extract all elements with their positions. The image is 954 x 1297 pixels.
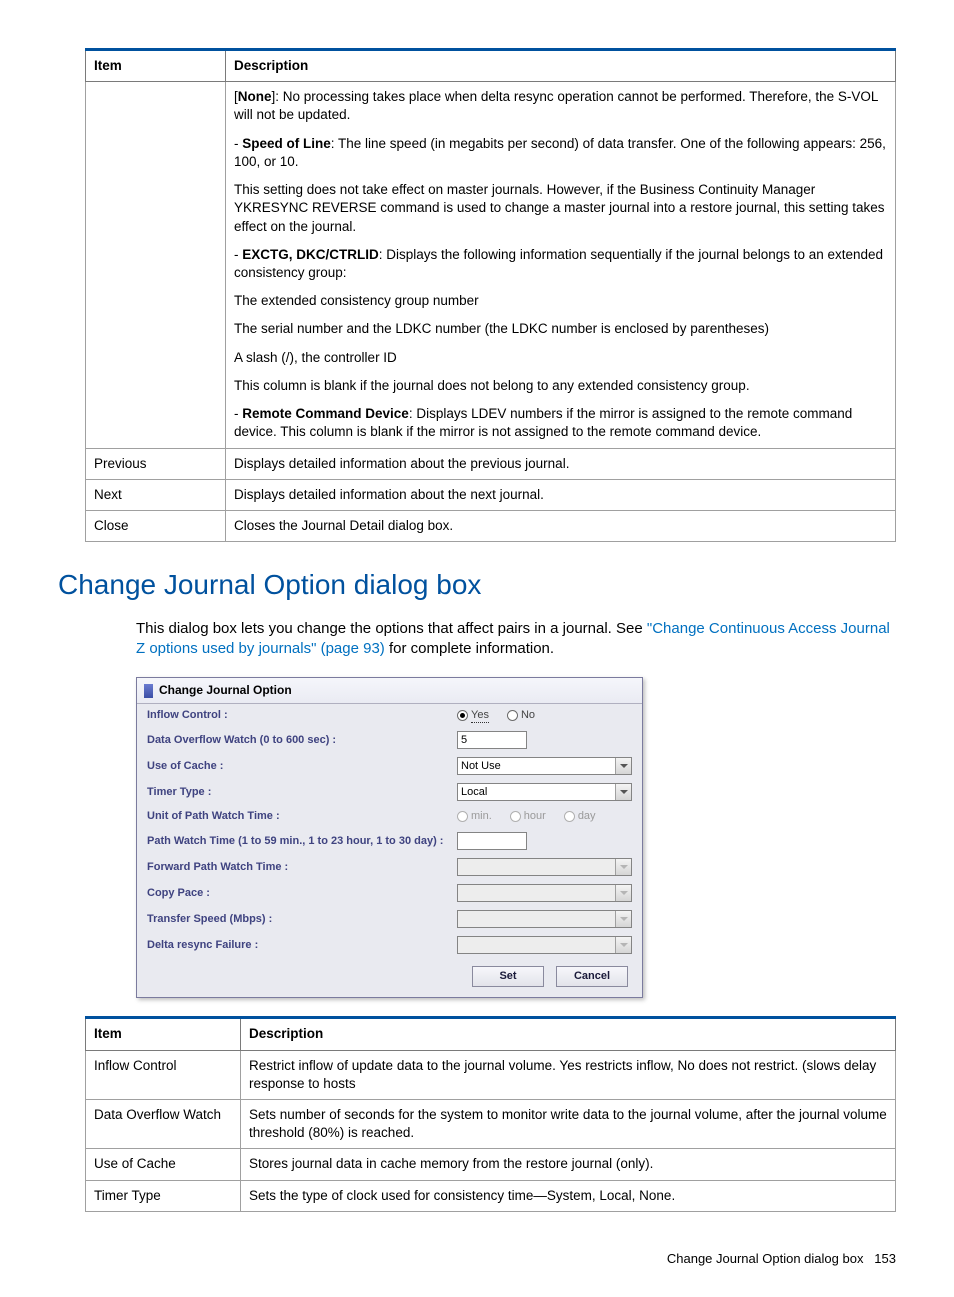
desc-line: [None]: No processing takes place when d…: [234, 88, 887, 124]
copy-pace-select[interactable]: [457, 884, 632, 902]
inflow-control-radio-group[interactable]: Yes No: [457, 708, 632, 724]
change-journal-option-items-table: Item Description Inflow Control Restrict…: [85, 1016, 896, 1212]
desc-cell: [None]: No processing takes place when d…: [226, 82, 896, 448]
desc-line: This column is blank if the journal does…: [234, 377, 887, 395]
label-use-of-cache: Use of Cache :: [147, 759, 457, 774]
label-data-overflow: Data Overflow Watch (0 to 600 sec) :: [147, 733, 457, 748]
data-overflow-input[interactable]: 5: [457, 731, 527, 749]
chevron-down-icon: [615, 937, 631, 953]
forward-path-watch-select[interactable]: [457, 858, 632, 876]
change-journal-option-dialog: Change Journal Option Inflow Control : Y…: [136, 677, 643, 998]
label-transfer-speed: Transfer Speed (Mbps) :: [147, 912, 457, 927]
table-row: Next Displays detailed information about…: [86, 479, 896, 510]
chevron-down-icon: [615, 784, 631, 800]
item-cell: Previous: [86, 448, 226, 479]
unit-path-watch-radio-group: min. hour day: [457, 809, 632, 824]
dialog-title-text: Change Journal Option: [159, 682, 292, 698]
col-item: Item: [86, 1018, 241, 1050]
page-footer: Change Journal Option dialog box 153: [58, 1250, 896, 1268]
col-description: Description: [226, 50, 896, 82]
transfer-speed-select[interactable]: [457, 910, 632, 928]
desc-line: A slash (/), the controller ID: [234, 349, 887, 367]
radio-day: [564, 811, 575, 822]
label-inflow-control: Inflow Control :: [147, 708, 457, 723]
label-unit-path-watch: Unit of Path Watch Time :: [147, 809, 457, 824]
radio-yes[interactable]: [457, 710, 468, 721]
table-row: Close Closes the Journal Detail dialog b…: [86, 510, 896, 541]
desc-line: - Speed of Line: The line speed (in mega…: [234, 135, 887, 171]
item-cell: [86, 82, 226, 448]
item-cell: Data Overflow Watch: [86, 1099, 241, 1148]
table-row: Inflow Control Restrict inflow of update…: [86, 1050, 896, 1099]
item-cell: Close: [86, 510, 226, 541]
desc-cell: Stores journal data in cache memory from…: [241, 1149, 896, 1180]
col-description: Description: [241, 1018, 896, 1050]
radio-no[interactable]: [507, 710, 518, 721]
label-delta-resync-failure: Delta resync Failure :: [147, 938, 457, 953]
dialog-icon: [144, 684, 153, 698]
desc-line: This setting does not take effect on mas…: [234, 181, 887, 236]
label-path-watch-time: Path Watch Time (1 to 59 min., 1 to 23 h…: [147, 834, 457, 849]
table-row: Previous Displays detailed information a…: [86, 448, 896, 479]
desc-cell: Restrict inflow of update data to the jo…: [241, 1050, 896, 1099]
timer-type-select[interactable]: Local: [457, 783, 632, 801]
set-button[interactable]: Set: [472, 966, 544, 987]
use-of-cache-select[interactable]: Not Use: [457, 757, 632, 775]
dialog-titlebar: Change Journal Option: [137, 678, 642, 703]
col-item: Item: [86, 50, 226, 82]
desc-cell: Sets the type of clock used for consiste…: [241, 1180, 896, 1211]
radio-min: [457, 811, 468, 822]
desc-cell: Displays detailed information about the …: [226, 448, 896, 479]
item-cell: Next: [86, 479, 226, 510]
cancel-button[interactable]: Cancel: [556, 966, 628, 987]
chevron-down-icon: [615, 885, 631, 901]
table-row: [None]: No processing takes place when d…: [86, 82, 896, 448]
chevron-down-icon: [615, 911, 631, 927]
desc-line: The extended consistency group number: [234, 292, 887, 310]
footer-text: Change Journal Option dialog box: [667, 1251, 864, 1266]
table-row: Timer Type Sets the type of clock used f…: [86, 1180, 896, 1211]
item-cell: Timer Type: [86, 1180, 241, 1211]
desc-cell: Sets number of seconds for the system to…: [241, 1099, 896, 1148]
label-copy-pace: Copy Pace :: [147, 886, 457, 901]
desc-line: The serial number and the LDKC number (t…: [234, 320, 887, 338]
table-row: Data Overflow Watch Sets number of secon…: [86, 1099, 896, 1148]
desc-line: - EXCTG, DKC/CTRLID: Displays the follow…: [234, 246, 887, 282]
label-forward-path-watch: Forward Path Watch Time :: [147, 860, 457, 875]
section-intro: This dialog box lets you change the opti…: [136, 619, 896, 660]
item-cell: Inflow Control: [86, 1050, 241, 1099]
radio-hour: [510, 811, 521, 822]
table-row: Use of Cache Stores journal data in cach…: [86, 1149, 896, 1180]
journal-detail-continuation-table: Item Description [None]: No processing t…: [85, 48, 896, 542]
item-cell: Use of Cache: [86, 1149, 241, 1180]
path-watch-time-input[interactable]: [457, 832, 527, 850]
chevron-down-icon: [615, 859, 631, 875]
chevron-down-icon: [615, 758, 631, 774]
desc-cell: Displays detailed information about the …: [226, 479, 896, 510]
delta-resync-failure-select[interactable]: [457, 936, 632, 954]
section-title: Change Journal Option dialog box: [58, 566, 896, 604]
label-timer-type: Timer Type :: [147, 785, 457, 800]
page-number: 153: [874, 1251, 896, 1266]
desc-line: - Remote Command Device: Displays LDEV n…: [234, 405, 887, 441]
desc-cell: Closes the Journal Detail dialog box.: [226, 510, 896, 541]
